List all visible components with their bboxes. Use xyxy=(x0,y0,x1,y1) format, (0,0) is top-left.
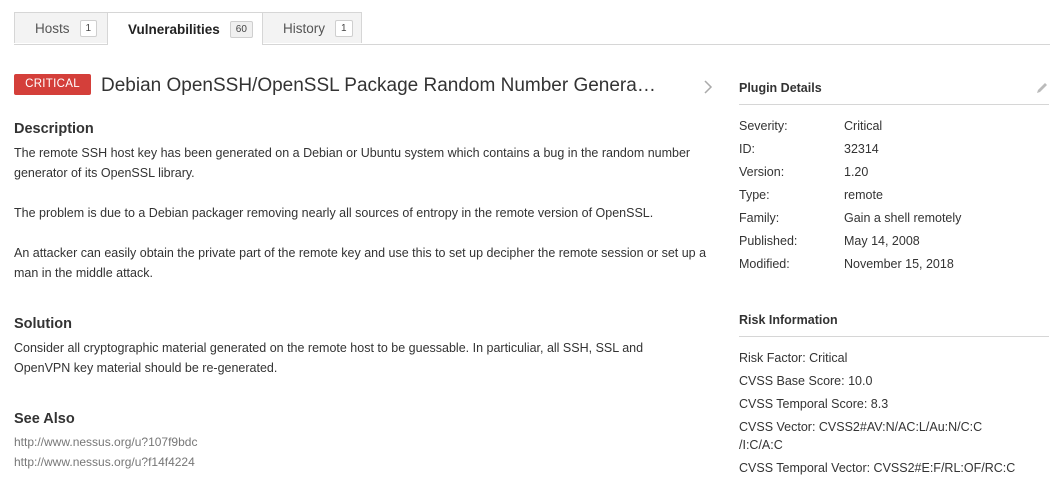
tab-hosts[interactable]: Hosts 1 xyxy=(14,12,108,43)
tab-count: 60 xyxy=(229,20,253,38)
see-also-link[interactable]: http://www.nessus.org/u?f14f4224 xyxy=(14,455,195,469)
detail-key: Severity: xyxy=(739,119,788,133)
chevron-right-icon[interactable] xyxy=(701,80,715,94)
cvss-base-score: CVSS Base Score: 10.0 xyxy=(739,374,873,388)
detail-value: November 15, 2018 xyxy=(844,257,954,271)
tab-label: Vulnerabilities xyxy=(128,21,220,37)
detail-key: Version: xyxy=(739,165,785,179)
detail-key: ID: xyxy=(739,142,755,156)
description-heading: Description xyxy=(14,121,94,137)
severity-badge: CRITICAL xyxy=(14,74,91,95)
risk-factor: Risk Factor: Critical xyxy=(739,351,848,365)
cvss-vector: CVSS Vector: CVSS2#AV:N/AC:L/Au:N/C:C xyxy=(739,420,983,434)
detail-key: Family: xyxy=(739,211,780,225)
tab-label: History xyxy=(283,20,326,36)
cvss-vector-continued: /I:C/A:C xyxy=(739,438,783,452)
detail-value: 1.20 xyxy=(844,165,869,179)
see-also-link[interactable]: http://www.nessus.org/u?107f9bdc xyxy=(14,435,197,449)
tab-count: 1 xyxy=(335,19,353,37)
description-paragraph: The problem is due to a Debian packager … xyxy=(14,206,654,220)
detail-value: 32314 xyxy=(844,142,879,156)
see-also-heading: See Also xyxy=(14,411,75,427)
detail-value: remote xyxy=(844,188,883,202)
detail-value: Gain a shell remotely xyxy=(844,211,962,225)
tab-label: Hosts xyxy=(35,20,70,36)
tab-count: 1 xyxy=(79,19,98,37)
cvss-temporal-score: CVSS Temporal Score: 8.3 xyxy=(739,397,889,411)
plugin-details-heading: Plugin Details xyxy=(739,81,822,95)
detail-key: Published: xyxy=(739,234,798,248)
description-paragraph: The remote SSH host key has been generat… xyxy=(14,146,691,180)
solution-heading: Solution xyxy=(14,316,72,332)
divider xyxy=(739,336,1049,337)
detail-key: Type: xyxy=(739,188,770,202)
vulnerability-title: Debian OpenSSH/OpenSSL Package Random Nu… xyxy=(101,75,661,96)
detail-key: Modified: xyxy=(739,257,790,271)
detail-value: May 14, 2008 xyxy=(844,234,920,248)
cvss-temporal-vector: CVSS Temporal Vector: CVSS2#E:F/RL:OF/RC… xyxy=(739,461,1016,475)
pencil-icon[interactable] xyxy=(1035,81,1049,95)
description-paragraph: An attacker can easily obtain the privat… xyxy=(14,246,707,280)
risk-information-heading: Risk Information xyxy=(739,313,838,327)
detail-value: Critical xyxy=(844,119,883,133)
tab-bar: Hosts 1 Vulnerabilities 60 History 1 xyxy=(14,12,1050,45)
tab-history[interactable]: History 1 xyxy=(262,12,362,43)
divider xyxy=(739,104,1049,105)
tab-vulnerabilities[interactable]: Vulnerabilities 60 xyxy=(107,12,263,45)
solution-text: Consider all cryptographic material gene… xyxy=(14,341,644,375)
